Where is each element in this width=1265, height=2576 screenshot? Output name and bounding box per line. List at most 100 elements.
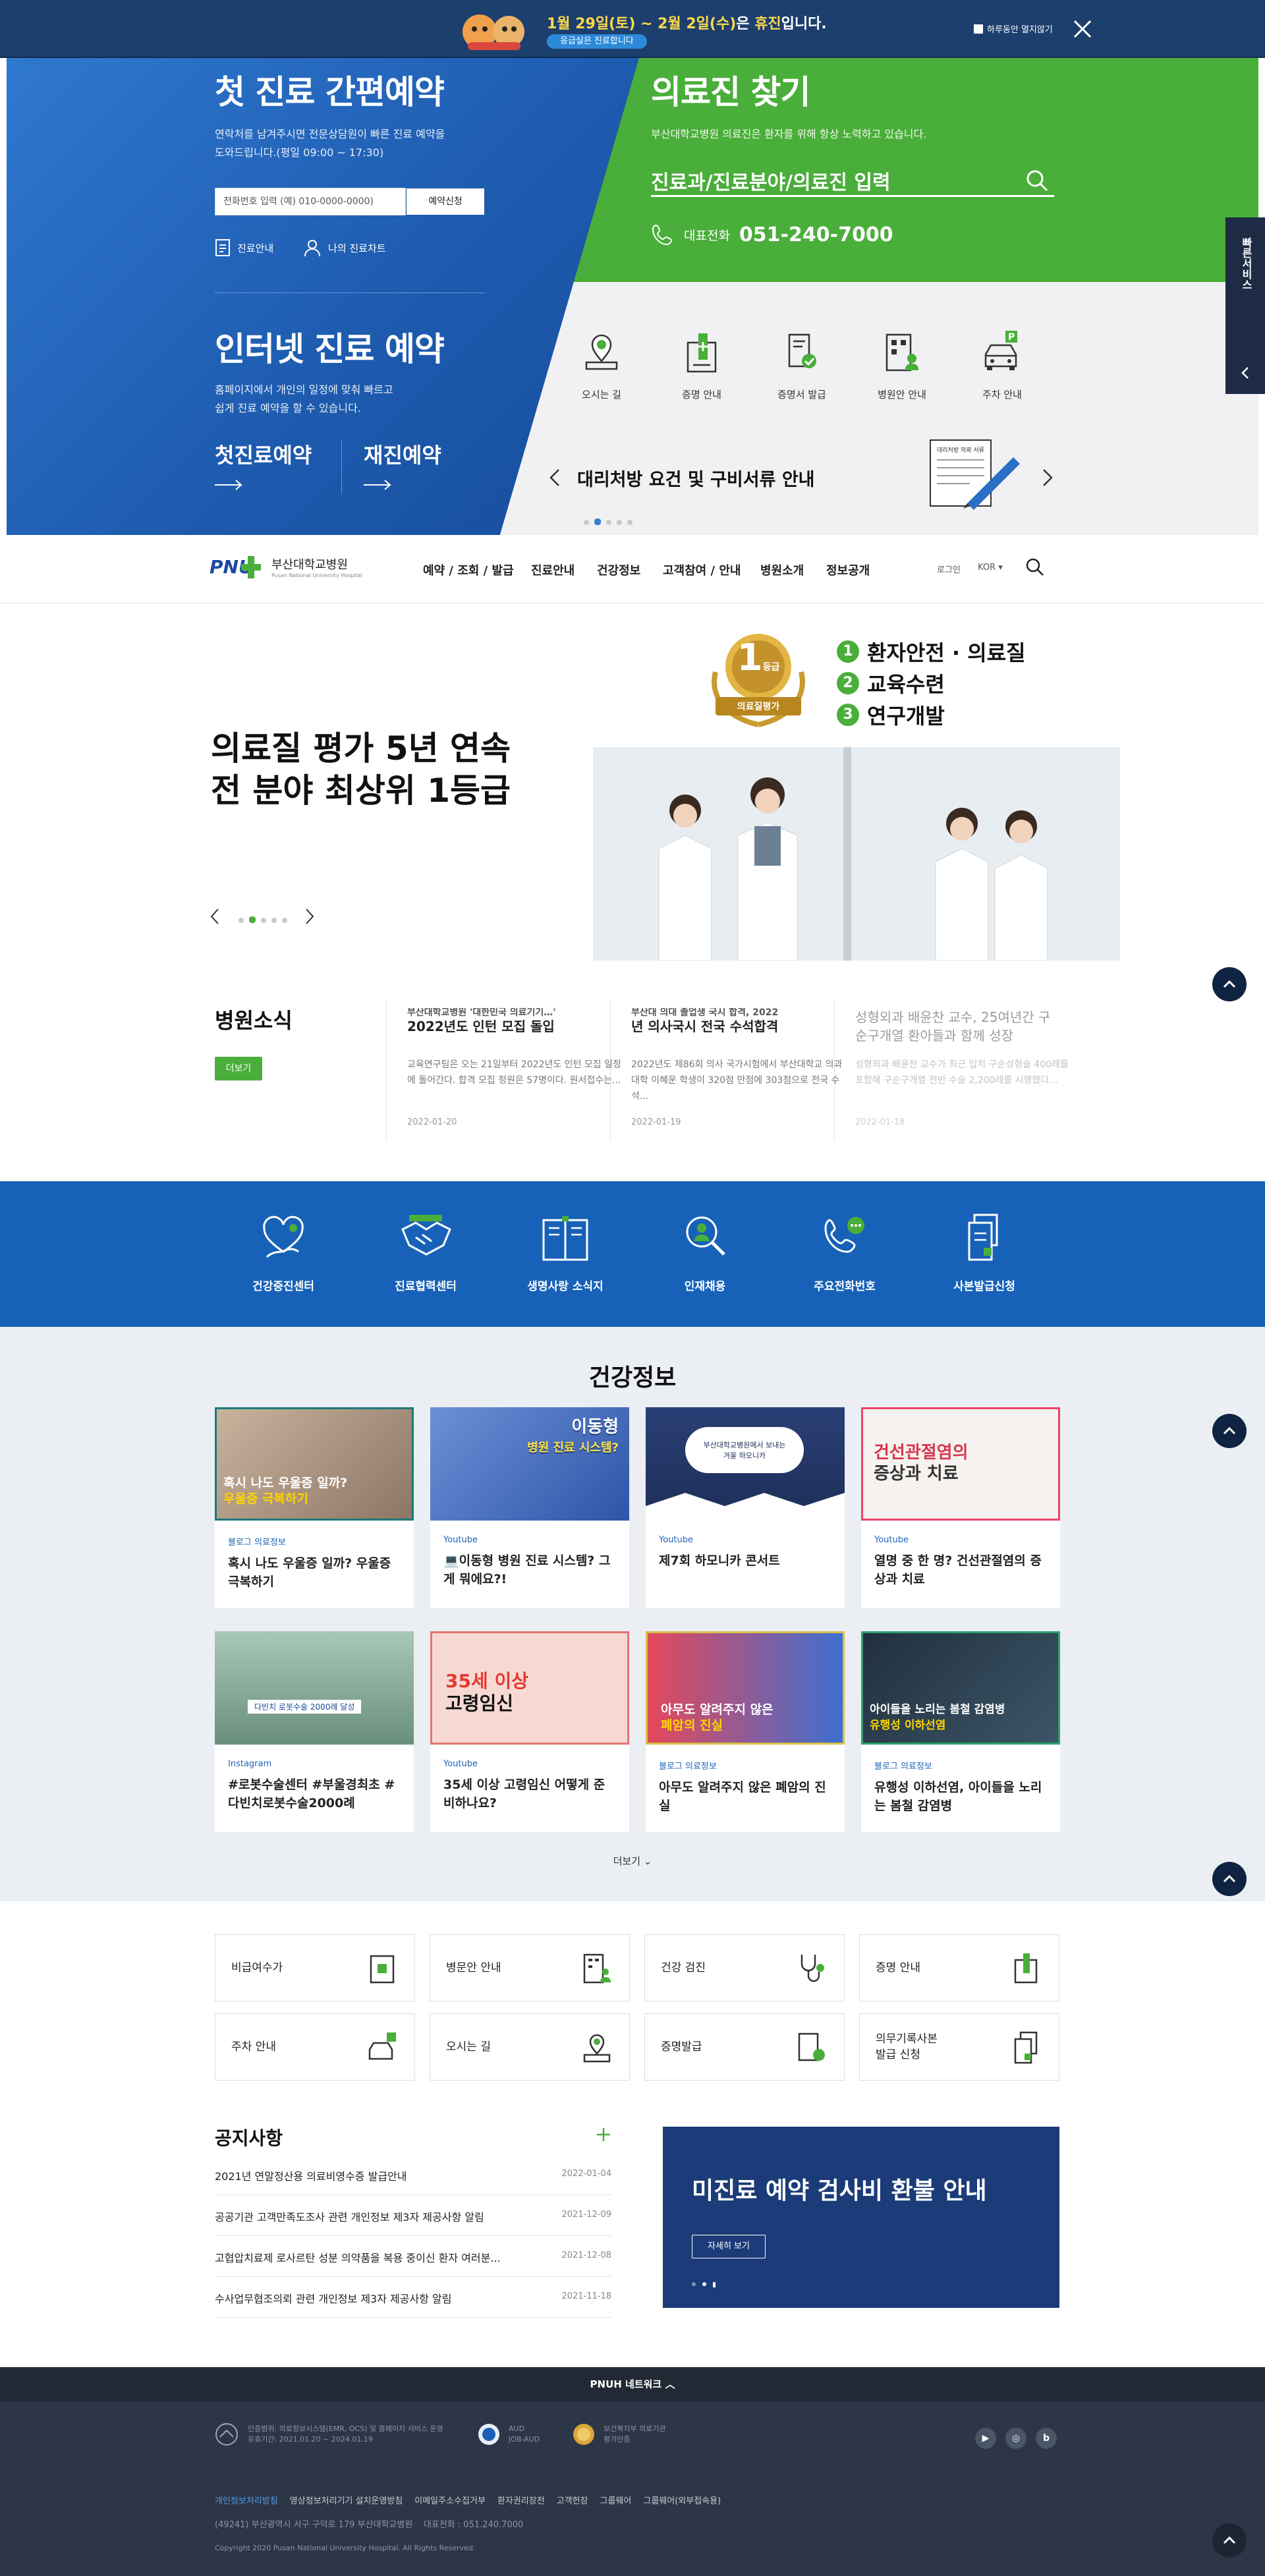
quick-service-side[interactable]: 빠른서비스 — [1225, 217, 1265, 394]
menu-treatment[interactable]: 진료안내 — [531, 561, 575, 578]
checkbox-icon[interactable] — [974, 24, 983, 34]
visual-prev-icon[interactable] — [210, 908, 220, 925]
scroll-top-button[interactable] — [1212, 967, 1247, 1001]
blog-icon[interactable]: b — [1036, 2428, 1057, 2449]
charter-link[interactable]: 고객헌장 — [557, 2494, 588, 2506]
easy-reserve-desc1: 연락처를 남겨주시면 전문상담원이 빠른 진료 예약을 — [215, 128, 445, 140]
apply-button[interactable]: 예약신청 — [406, 188, 485, 215]
youtube-icon[interactable]: ▶ — [975, 2428, 996, 2449]
service-cert-issue[interactable]: 증명발급 — [644, 2013, 845, 2081]
notice-row[interactable]: 공공기관 고객만족도조사 관련 개인정보 제3자 제공사항 알림 2021-12-… — [215, 2195, 611, 2236]
slide-text[interactable]: 대리처방 요건 및 구비서류 안내 — [577, 465, 815, 491]
scroll-top-button[interactable] — [1212, 2523, 1247, 2558]
login-link[interactable]: 로그인 — [937, 563, 961, 575]
close-today-checkbox[interactable]: 하루동안 열지않기 — [974, 22, 1053, 35]
doctor-search-input[interactable]: 진료과/진료분야/의료진 입력 — [651, 166, 891, 195]
band-phone-numbers[interactable]: 주요전화번호 — [785, 1211, 904, 1293]
menu-reservation[interactable]: 예약 / 조회 / 발급 — [423, 561, 514, 578]
menu-customer[interactable]: 고객참여 / 안내 — [663, 561, 741, 578]
service-location[interactable]: 오시는 길 — [430, 2013, 630, 2081]
news-card[interactable]: 성형외과 배윤찬 교수, 25여년간 구 순구개열 환아들과 함께 성장 성형외과… — [855, 1008, 1073, 1133]
quick-location[interactable]: 오시는 길 — [559, 329, 644, 401]
lang-select[interactable]: KOR ▾ — [978, 563, 1003, 573]
service-nonpay[interactable]: 비급여수가 — [215, 1934, 415, 2002]
health-card[interactable]: 이동형 병원 진료 시스템? Youtube 💻이동형 병원 진료 시스템? 그게… — [430, 1407, 629, 1608]
health-more-link[interactable]: 더보기 ⌄ — [0, 1854, 1265, 1868]
email-refuse-link[interactable]: 이메일주소수집거부 — [414, 2494, 486, 2506]
mohw-seal-icon — [573, 2424, 594, 2445]
quick-building-guide[interactable]: 병원안 안내 — [859, 329, 945, 401]
groupware-external-link[interactable]: 그룹웨어(외부접속용) — [643, 2494, 721, 2506]
notice-row[interactable]: 고협압치료제 로사르탄 성분 의약품을 복용 중이신 환자 여러분... 2021… — [215, 2236, 611, 2277]
doctors-photo — [593, 747, 1120, 961]
quick-certificate-issue[interactable]: 증명서 발급 — [759, 329, 845, 401]
logo[interactable]: PNU 부산대학교병원 Pusan National University Ho… — [210, 552, 362, 581]
doctor-search-title: 의료진 찾기 — [651, 73, 810, 111]
service-visit[interactable]: 병문안 안내 — [430, 1934, 630, 2002]
visual-next-icon[interactable] — [304, 908, 315, 925]
search-icon[interactable] — [1025, 169, 1049, 192]
news-more-button[interactable]: 더보기 — [215, 1057, 262, 1080]
main-phone[interactable]: 대표전화 051-240-7000 — [651, 223, 893, 246]
service-checkup[interactable]: 건강 검진 — [644, 1934, 845, 2002]
service-parking[interactable]: 주차 안내 — [215, 2013, 415, 2081]
card-thumbnail: 혹시 나도 우울증 일까? 우울증 극복하기 — [215, 1407, 414, 1521]
revisit-reserve-link[interactable]: 재진예약 — [364, 439, 441, 491]
banner-detail-button[interactable]: 자세히 보기 — [692, 2235, 766, 2258]
scroll-top-button[interactable] — [1212, 1862, 1247, 1896]
health-card[interactable]: 아이들을 노리는 봄철 감염병 유행성 이하선염 블로그 의료정보 유행성 이하선… — [861, 1631, 1060, 1832]
menu-disclosure[interactable]: 정보공개 — [826, 561, 870, 578]
slide-next-icon[interactable] — [1041, 468, 1054, 488]
document-icon — [215, 239, 230, 256]
notice-row[interactable]: 2021년 연말정산용 의료비영수증 발급안내 2022-01-04 — [215, 2154, 611, 2195]
slide-prev-icon[interactable] — [548, 468, 561, 488]
service-record-copy[interactable]: 의무기록사본 발급 신청 — [859, 2013, 1059, 2081]
instagram-icon[interactable]: ◎ — [1005, 2428, 1026, 2449]
health-card[interactable]: 아무도 알려주지 않은 폐암의 진실 블로그 의료정보 아무도 알려주지 않은 폐… — [646, 1631, 845, 1832]
banner-pagination[interactable] — [692, 2282, 716, 2287]
slide-pagination[interactable] — [584, 515, 638, 528]
close-icon[interactable] — [1071, 17, 1094, 41]
refund-banner[interactable]: 미진료 예약 검사비 환불 안내 자세히 보기 — [663, 2127, 1059, 2308]
service-cert-guide[interactable]: 증명 안내 — [859, 1934, 1059, 2002]
quality-item: 3 연구개발 — [837, 700, 945, 730]
notice-title: 1월 29일(토) ~ 2월 2일(수)은 휴진입니다. — [547, 16, 827, 32]
health-card[interactable]: 건선관절염의 증상과 치료 Youtube 열명 중 한 명? 건선관절염의 증상… — [861, 1407, 1060, 1608]
privacy-link[interactable]: 개인정보처리방침 — [215, 2494, 278, 2506]
band-copy-request[interactable]: 사본발급신청 — [925, 1211, 1044, 1293]
band-newsletter[interactable]: 생명사랑 소식지 — [506, 1211, 625, 1293]
network-toggle[interactable]: PNUH 네트워크 ︿ — [0, 2367, 1265, 2401]
health-card[interactable]: 부산대학교병원에서 보내는 겨울 하모니카 Youtube 제7회 하모니카 콘서… — [646, 1407, 845, 1608]
news-card[interactable]: 부산대 의대 졸업생 국시 합격, 2022 년 의사국시 전국 수석합격 202… — [631, 1008, 849, 1133]
quick-certificate-guide[interactable]: 증명 안내 — [659, 329, 745, 401]
cert-isms: 인증범위: 의료정보시스템(EMR, OCS) 및 홈페이지 서비스 운영 유효기… — [215, 2422, 443, 2446]
scroll-top-button[interactable] — [1212, 1414, 1247, 1448]
health-card[interactable]: 다빈치 로봇수술 2000례 달성 Instagram #로봇수술센터 #부울경… — [215, 1631, 414, 1832]
phone-input[interactable]: 전화번호 입력 (예) 010-0000-0000) — [215, 188, 406, 215]
plus-icon[interactable] — [596, 2127, 611, 2142]
cert-mohw: 보건복지부 의료기관 평가인증 — [572, 2422, 666, 2446]
menu-health-info[interactable]: 건강정보 — [597, 561, 640, 578]
my-chart-link[interactable]: 나의 진료차트 — [303, 238, 386, 257]
news-card[interactable]: 부산대학교병원 '대한민국 의료기기…' 2022년도 인턴 모집 돌입 교육연구… — [407, 1008, 625, 1133]
patient-rights-link[interactable]: 환자권리장전 — [497, 2494, 545, 2506]
cctv-link[interactable]: 영상정보처리기기 설치운영방침 — [290, 2494, 403, 2506]
first-reserve-link[interactable]: 첫진료예약 — [215, 439, 312, 491]
notice-row[interactable]: 수사업무협조의뢰 관련 개인정보 제3자 제공사항 알림 2021-11-18 — [215, 2277, 611, 2318]
band-recruit[interactable]: 인재채용 — [646, 1211, 764, 1293]
band-health-center[interactable]: 건강증진센터 — [224, 1211, 343, 1293]
health-card[interactable]: 혹시 나도 우울증 일까? 우울증 극복하기 블로그 의료정보 혹시 나도 우울증… — [215, 1407, 414, 1608]
health-card[interactable]: 35세 이상 고령임신 Youtube 35세 이상 고령임신 어떻게 준비하나요… — [430, 1631, 629, 1832]
band-cooperation[interactable]: 진료협력센터 — [366, 1211, 485, 1293]
easy-reserve-title: 첫 진료 간편예약 — [215, 73, 445, 111]
treatment-guide-link[interactable]: 진료안내 — [215, 238, 273, 257]
menu-about[interactable]: 병원소개 — [760, 561, 804, 578]
chevron-left-icon[interactable] — [1240, 366, 1251, 379]
visual-pagination[interactable] — [239, 913, 293, 926]
person-search-icon — [675, 1211, 735, 1264]
groupware-link[interactable]: 그룹웨어 — [600, 2494, 632, 2506]
prescription-illustration: 대리처방 의뢰 서류 — [928, 437, 1026, 510]
quick-parking[interactable]: P 주차 안내 — [959, 329, 1045, 401]
search-icon[interactable] — [1025, 557, 1045, 577]
handshake-icon — [396, 1211, 455, 1264]
